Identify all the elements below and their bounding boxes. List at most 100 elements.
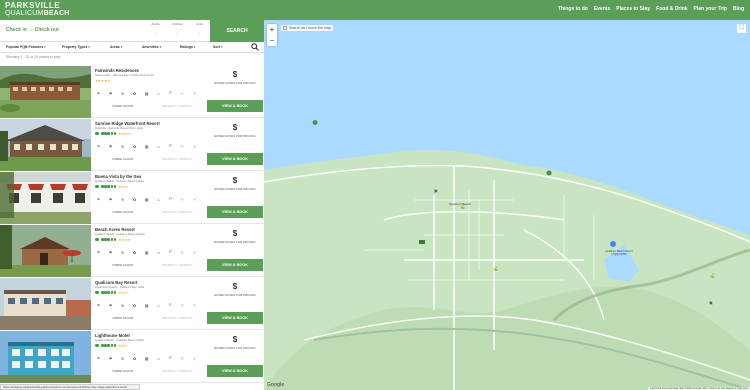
nav-events[interactable]: Events	[594, 6, 610, 12]
wifi-icon: ≋	[120, 357, 125, 361]
property-photo[interactable]	[0, 225, 91, 277]
hiking-icon: ⚑	[108, 198, 113, 202]
view-book-button[interactable]: VIEW & BOOK	[207, 365, 263, 377]
wifi-icon: ≋	[120, 92, 125, 96]
inside-scoop-link[interactable]: INSIDE SCOOP	[96, 210, 150, 214]
fullscreen-icon[interactable]: ⛶	[737, 24, 746, 33]
kitchen-icon: ▦	[144, 251, 149, 255]
rating-row: ★★★½	[95, 132, 203, 136]
property-location: Qualicum Beach · Qualicum Beach | Motel	[95, 179, 144, 183]
golf-icon: ⚐	[180, 304, 185, 308]
property-location: Qualicum Beach · Qualicum Beach | Motel	[95, 338, 144, 342]
google-logo[interactable]: Google	[267, 382, 284, 388]
filter-popular-features[interactable]: Popular PQB Features ▾	[6, 45, 62, 49]
property-links: INSIDE SCOOP PROPERTY WEBSITE	[96, 210, 204, 214]
adults-select[interactable]: Adults -	[146, 22, 165, 35]
zoom-controls: + −	[267, 24, 277, 46]
svg-text:⛳: ⛳	[710, 273, 715, 278]
search-button[interactable]: SEARCH	[210, 20, 264, 42]
units-select[interactable]: Units -	[190, 22, 209, 35]
pool-icon: ♨	[156, 304, 161, 308]
tripadvisor-rating	[101, 344, 117, 347]
property-name[interactable]: Fairwinds Residences	[95, 68, 203, 73]
inside-scoop-link[interactable]: INSIDE SCOOP	[96, 104, 150, 108]
property-name[interactable]: Lighthouse Motel	[95, 333, 203, 338]
children-select[interactable]: Children -	[168, 22, 187, 35]
property-photo[interactable]	[0, 172, 91, 224]
pool-icon: ♨	[156, 145, 161, 149]
property-photo[interactable]	[0, 331, 91, 383]
filter-ratings[interactable]: Ratings ▾	[180, 45, 213, 49]
view-book-button[interactable]: VIEW & BOOK	[207, 153, 263, 165]
property-card: Sunrise Ridge Waterfront Resort Parksvil…	[0, 119, 264, 171]
property-name[interactable]: Sunrise Ridge Waterfront Resort	[95, 121, 203, 126]
nav-plan-your-trip[interactable]: Plan your Trip	[694, 6, 727, 12]
hiking-icon: ⚑	[108, 92, 113, 96]
filter-label: Amenities	[142, 45, 159, 49]
inside-scoop-link[interactable]: INSIDE SCOOP	[96, 157, 150, 161]
property-name[interactable]: Beach Acres Resort	[95, 227, 203, 232]
enter-dates-text: ENTER DATES FOR PRICING	[214, 346, 256, 350]
price-block: $ ENTER DATES FOR PRICING	[207, 123, 263, 138]
chevron-down-icon: ▾	[120, 45, 123, 49]
checkbox[interactable]	[283, 26, 287, 30]
property-links: INSIDE SCOOP PROPERTY WEBSITE	[96, 104, 204, 108]
zoom-in-button[interactable]: +	[267, 24, 277, 35]
nav-food-drink[interactable]: Food & Drink	[656, 6, 687, 12]
map-canvas[interactable]: ⛳⛳⛳▣▣	[264, 20, 750, 390]
filter-sort[interactable]: Sort ▾	[213, 45, 243, 49]
parking-icon: P	[169, 303, 172, 307]
view-book-button[interactable]: VIEW & BOOK	[207, 259, 263, 271]
property-photo[interactable]	[0, 119, 91, 171]
zoom-out-button[interactable]: −	[267, 35, 277, 46]
inside-scoop-link[interactable]: INSIDE SCOOP	[96, 263, 150, 267]
parking-icon: P	[169, 197, 172, 201]
view-book-button[interactable]: VIEW & BOOK	[207, 100, 263, 112]
golf-icon: ⚐	[180, 251, 185, 255]
logo-qualicum: QUALICUM	[5, 10, 44, 17]
inside-scoop-link[interactable]: INSIDE SCOOP	[96, 316, 150, 320]
nav-blog[interactable]: Blog	[733, 6, 744, 12]
filter-areas[interactable]: Areas ▾	[110, 45, 142, 49]
map-panel[interactable]: ⛳ ⛳ ⛳ ▣ ▣ Qualicum Beach Qualicum Beach Airp…	[264, 20, 750, 390]
tripadvisor-rating	[101, 132, 117, 135]
property-photo[interactable]	[0, 278, 91, 330]
beach-icon: ☂	[96, 357, 101, 361]
property-name[interactable]: Qualicum Bay Resort	[95, 280, 203, 285]
nav-things-to-do[interactable]: Things to do	[558, 6, 588, 12]
search-as-move-toggle[interactable]: Search as I move the map	[281, 25, 333, 31]
property-photo[interactable]	[0, 66, 91, 118]
kitchen-icon: ▦	[144, 145, 149, 149]
golf-icon: ⚐	[180, 145, 185, 149]
property-location: Parksville · Parksville Resort Drive | H…	[95, 126, 143, 130]
filter-property-types[interactable]: Property Types ▾	[62, 45, 110, 49]
inside-scoop-link[interactable]: INSIDE SCOOP	[96, 369, 150, 373]
property-website-link[interactable]: PROPERTY WEBSITE	[150, 316, 204, 320]
view-book-button[interactable]: VIEW & BOOK	[207, 206, 263, 218]
star-rating: ★★½	[118, 184, 128, 189]
kitchen-icon: ▦	[144, 92, 149, 96]
golf-icon: ⚐	[180, 198, 185, 202]
nav-places-to-stay[interactable]: Places to Stay	[616, 6, 650, 12]
checkbox-label: Search as I move the map	[289, 26, 331, 30]
price-block: $ ENTER DATES FOR PRICING	[207, 70, 263, 85]
property-website-link[interactable]: PROPERTY WEBSITE	[150, 369, 204, 373]
rating-row: ★★½	[95, 291, 203, 295]
airport-label: Qualicum Beach Airport (YQQ/CAT8)	[605, 250, 633, 256]
property-card: Buena Vista by the Sea Qualicum Beach · …	[0, 172, 264, 224]
property-name[interactable]: Buena Vista by the Sea	[95, 174, 203, 179]
search-icon[interactable]	[251, 43, 259, 51]
property-website-link[interactable]: PROPERTY WEBSITE	[150, 210, 204, 214]
site-logo[interactable]: PARKSVILLE QUALICUMBEACH	[5, 2, 69, 18]
parking-icon: P	[169, 91, 172, 95]
filter-amenities[interactable]: Amenities ▾	[142, 45, 180, 49]
property-website-link[interactable]: PROPERTY WEBSITE	[150, 263, 204, 267]
checkin-checkout-field[interactable]: Check in → Check out	[6, 27, 59, 33]
beach-icon: ☂	[96, 304, 101, 308]
property-links: INSIDE SCOOP PROPERTY WEBSITE	[96, 316, 204, 320]
property-website-link[interactable]: PROPERTY WEBSITE	[150, 157, 204, 161]
property-website-link[interactable]: PROPERTY WEBSITE	[150, 104, 204, 108]
kitchen-icon: ▦	[144, 304, 149, 308]
view-book-button[interactable]: VIEW & BOOK	[207, 312, 263, 324]
pool-icon: ♨	[156, 198, 161, 202]
